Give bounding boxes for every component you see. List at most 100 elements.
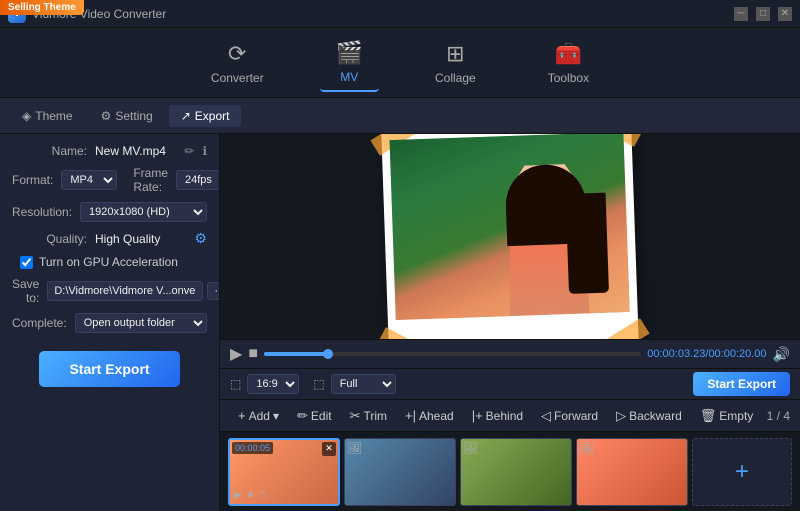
tab-mv[interactable]: 🎬 MV: [320, 34, 379, 92]
tape-bottomleft: [377, 327, 430, 339]
backward-label: Backward: [629, 409, 682, 423]
behind-button[interactable]: |+ Behind: [464, 404, 531, 427]
thumb3-photo-icon: 🖼: [463, 441, 478, 455]
forward-icon: ◁: [541, 408, 551, 424]
trim-label: Trim: [363, 409, 387, 423]
name-row: Name: New MV.mp4 ✏ ℹ: [12, 144, 207, 158]
edit-label: Edit: [311, 409, 332, 423]
add-button[interactable]: + Add ▾: [230, 404, 287, 427]
nav-bar: ⟳ Converter 🎬 MV ⊞ Collage 🧰 Toolbox: [0, 28, 800, 98]
converter-label: Converter: [211, 71, 264, 85]
trim-icon: ✂: [350, 408, 361, 424]
playback-options: ⬚ 16:9 4:3 1:1 ⬚ Full Fit Stretch Start …: [220, 368, 800, 399]
progress-fill: [264, 352, 328, 356]
behind-icon: |+: [472, 408, 483, 423]
mv-icon: 🎬: [336, 40, 363, 66]
ahead-button[interactable]: +| Ahead: [397, 404, 462, 427]
tab-toolbox[interactable]: 🧰 Toolbox: [532, 35, 605, 91]
playback-controls: ▶ ■ 00:00:03.23/00:00:20.00 🔊: [220, 339, 800, 368]
thumb1-play-icon[interactable]: ▶: [234, 490, 242, 501]
name-label: Name:: [12, 144, 87, 158]
thumb1-close-button[interactable]: ✕: [322, 442, 336, 456]
edit-name-icon[interactable]: ✏: [184, 144, 194, 158]
tab-collage[interactable]: ⊞ Collage: [419, 35, 492, 91]
theme-label: Theme: [35, 109, 72, 123]
progress-handle: [323, 349, 333, 359]
bottom-toolbar: + Add ▾ ✏ Edit ✂ Trim +| Ahead |+ Behind…: [220, 399, 800, 431]
selling-theme-badge: Selling Theme: [0, 0, 84, 15]
tape-bottomright: [598, 318, 650, 339]
left-panel: Name: New MV.mp4 ✏ ℹ Format: MP4 AVI MOV…: [0, 134, 220, 511]
edit-button[interactable]: ✏ Edit: [289, 404, 340, 428]
start-export-button-right[interactable]: Start Export: [693, 372, 790, 396]
add-plus-icon: +: [735, 458, 749, 486]
subtab-theme[interactable]: ◈ Theme: [10, 105, 85, 127]
thumb1-star-icon[interactable]: ★: [246, 490, 255, 501]
subtab-export[interactable]: ↗ Export: [169, 105, 242, 127]
filmstrip-thumb-1[interactable]: 00:00:05 ✕ ▶ ★ ⏱: [228, 438, 340, 506]
filmstrip-thumb-4[interactable]: 🖼: [576, 438, 688, 506]
browse-button[interactable]: ···: [207, 282, 220, 300]
fill-mode-select[interactable]: Full Fit Stretch: [331, 374, 396, 394]
window-controls: ─ □ ✕: [734, 7, 792, 21]
stop-button[interactable]: ■: [248, 345, 258, 363]
add-media-placeholder[interactable]: +: [692, 438, 792, 506]
setting-icon: ⚙: [101, 109, 112, 123]
preview-area: [220, 134, 800, 339]
forward-button[interactable]: ◁ Forward: [533, 404, 606, 428]
info-icon[interactable]: ℹ: [202, 144, 207, 158]
sub-toolbar: ◈ Theme ⚙ Setting ↗ Export Selling Theme: [0, 98, 800, 134]
progress-bar[interactable]: [264, 352, 641, 356]
tab-converter[interactable]: ⟳ Converter: [195, 35, 280, 91]
minimize-button[interactable]: ─: [734, 7, 748, 21]
gpu-row: Turn on GPU Acceleration: [20, 255, 207, 269]
filmstrip-thumb-3[interactable]: 🖼: [460, 438, 572, 506]
aspect-ratio-select[interactable]: 16:9 4:3 1:1: [247, 374, 299, 394]
backward-icon: ▷: [616, 408, 626, 424]
quality-row: Quality: High Quality ⚙: [12, 230, 207, 247]
format-select[interactable]: MP4 AVI MOV: [61, 170, 117, 190]
app-title: Vidmore Video Converter: [32, 7, 734, 21]
start-export-button-left[interactable]: Start Export: [39, 351, 179, 387]
save-path-input[interactable]: [47, 281, 203, 301]
empty-label: Empty: [719, 409, 753, 423]
name-value: New MV.mp4: [95, 144, 176, 158]
backward-button[interactable]: ▷ Backward: [608, 404, 690, 428]
format-label: Format:: [12, 173, 53, 187]
thumb1-overlay: 00:00:05 ✕: [232, 442, 336, 456]
complete-select[interactable]: Open output folder Do nothing: [75, 313, 207, 333]
trash-icon: 🗑: [700, 408, 717, 424]
framerate-select[interactable]: 24fps 30fps 60fps: [176, 170, 220, 190]
subtab-setting[interactable]: ⚙ Setting: [89, 105, 165, 127]
trim-button[interactable]: ✂ Trim: [342, 404, 395, 428]
thumb1-clock-icon[interactable]: ⏱: [259, 490, 267, 501]
thumb2-photo-icon: 🖼: [347, 441, 362, 455]
fill-icon: ⬚: [313, 377, 324, 391]
title-bar: V Vidmore Video Converter ─ □ ✕: [0, 0, 800, 28]
play-button[interactable]: ▶: [230, 344, 242, 364]
filmstrip-thumb-2[interactable]: 🖼: [344, 438, 456, 506]
volume-icon[interactable]: 🔊: [773, 346, 790, 363]
saveto-label: Save to:: [12, 277, 39, 305]
right-panel: ▶ ■ 00:00:03.23/00:00:20.00 🔊 ⬚ 16:9 4:3…: [220, 134, 800, 511]
current-time: 00:00:03.23: [647, 348, 705, 360]
quality-settings-button[interactable]: ⚙: [194, 230, 207, 247]
photo-frame: [381, 134, 638, 339]
setting-label: Setting: [115, 109, 152, 123]
close-button[interactable]: ✕: [778, 7, 792, 21]
edit-icon: ✏: [297, 408, 308, 424]
ahead-label: Ahead: [419, 409, 454, 423]
maximize-button[interactable]: □: [756, 7, 770, 21]
gpu-checkbox[interactable]: [20, 256, 33, 269]
empty-button[interactable]: 🗑 Empty: [692, 404, 762, 428]
toolbox-label: Toolbox: [548, 71, 589, 85]
format-row: Format: MP4 AVI MOV Frame Rate: 24fps 30…: [12, 166, 207, 194]
gpu-label: Turn on GPU Acceleration: [39, 255, 178, 269]
thumb1-controls: ▶ ★ ⏱: [234, 490, 266, 501]
main-content: Name: New MV.mp4 ✏ ℹ Format: MP4 AVI MOV…: [0, 134, 800, 511]
add-dropdown-icon: ▾: [273, 409, 279, 423]
toolbox-icon: 🧰: [555, 41, 582, 67]
add-icon: +: [238, 408, 246, 423]
resolution-select[interactable]: 1920x1080 (HD) 1280x720 854x480: [80, 202, 207, 222]
collage-label: Collage: [435, 71, 476, 85]
